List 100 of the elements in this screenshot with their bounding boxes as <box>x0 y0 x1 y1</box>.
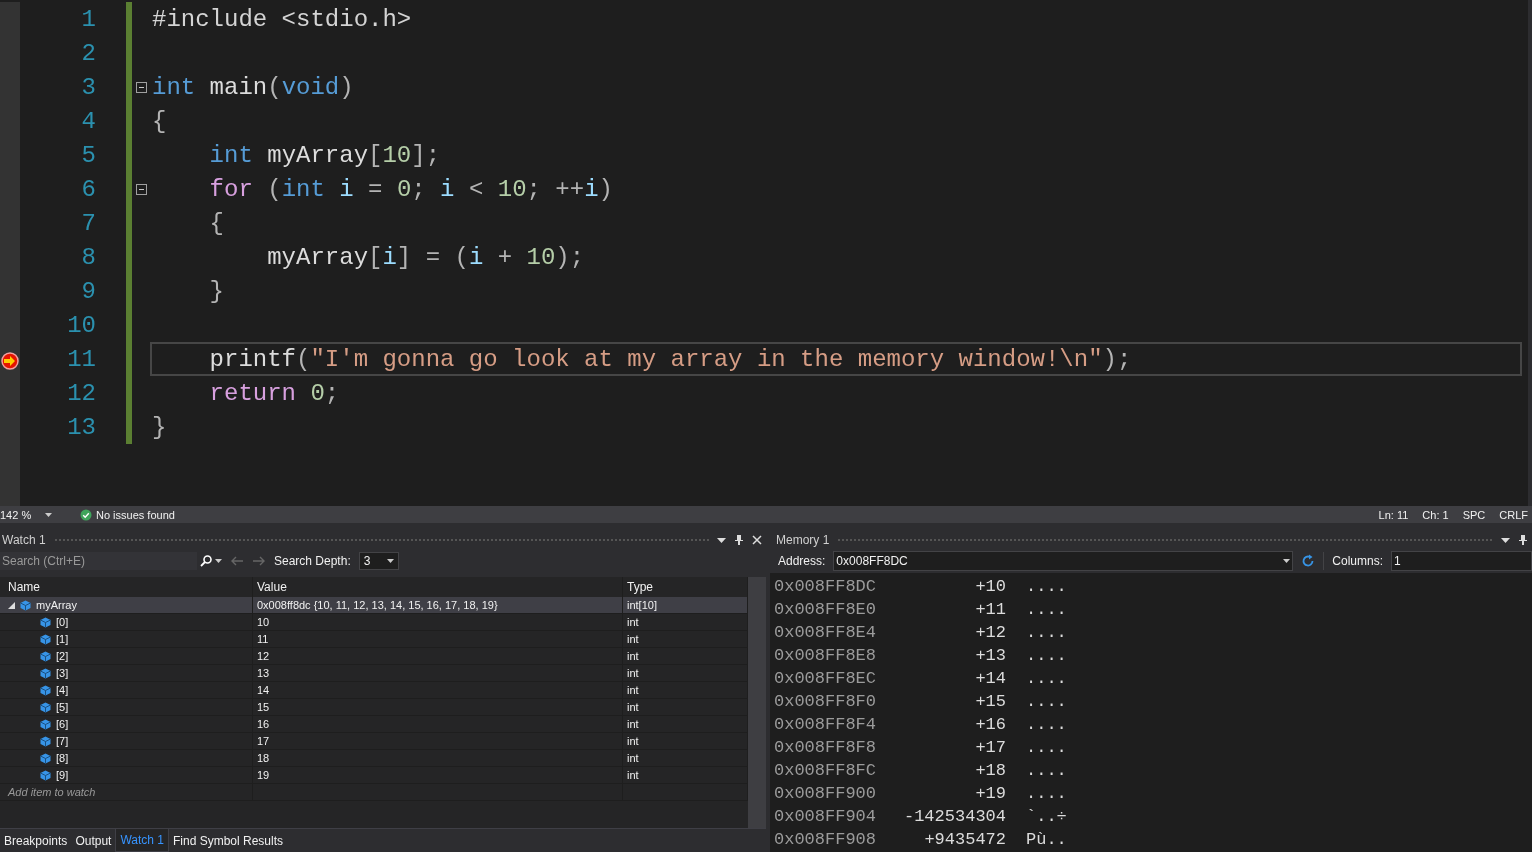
watch-row[interactable]: [5] 15 int <box>0 699 748 716</box>
code-line: } <box>152 413 167 441</box>
issues-status[interactable]: No issues found <box>96 508 175 521</box>
memory-value: +14 <box>975 669 1006 688</box>
memory-value: +17 <box>975 738 1006 757</box>
code-line: int myArray[10]; <box>208 141 441 169</box>
code-line: myArray[i] = (i + 10); <box>266 243 585 271</box>
watch-row[interactable]: [4] 14 int <box>0 682 748 699</box>
indent-indicator: SPC <box>1462 508 1486 521</box>
caret-icon <box>45 512 53 517</box>
memory-chars: .... <box>1026 784 1067 803</box>
variable-icon <box>40 684 51 696</box>
panel-tab[interactable]: Find Symbol Results <box>169 829 288 852</box>
memory-chars: Pù.. <box>1026 830 1067 849</box>
memory-chars: `..÷ <box>1026 807 1067 826</box>
memory-chars: .... <box>1026 715 1067 734</box>
memory-value: +11 <box>975 600 1006 619</box>
watch-row[interactable]: [0] 10 int <box>0 614 748 631</box>
panel-tab[interactable]: Watch 1 <box>115 829 169 852</box>
line-number: 4 <box>80 106 96 137</box>
memory-address: 0x008FF8FC <box>773 761 878 780</box>
panel-tab[interactable]: Output <box>71 829 116 852</box>
memory-address: 0x008FF904 <box>773 807 878 826</box>
code-line: printf("I'm gonna go look at my array in the memory window!\n"); <box>208 345 1132 373</box>
add-watch-field[interactable]: Add item to watch <box>0 784 253 800</box>
memory-address: 0x008FF8DC <box>773 577 878 596</box>
variable-icon <box>40 769 51 781</box>
dropdown-icon[interactable] <box>215 559 222 563</box>
watch-row[interactable]: [2] 12 int <box>0 648 748 665</box>
caret-icon <box>1283 559 1291 563</box>
pin-icon[interactable] <box>734 534 744 546</box>
forward-arrow-icon[interactable] <box>252 555 266 567</box>
caret-icon <box>386 559 394 563</box>
memory-address: 0x008FF8F0 <box>773 692 878 711</box>
memory-chars: .... <box>1026 738 1067 757</box>
column-indicator: Ch: 1 <box>1422 508 1449 521</box>
variable-icon <box>40 616 51 628</box>
line-number: 3 <box>80 72 96 103</box>
memory-value: +12 <box>975 623 1006 642</box>
line-number: 7 <box>80 208 96 239</box>
back-arrow-icon[interactable] <box>230 555 244 567</box>
watch-row[interactable]: [1] 11 int <box>0 631 748 648</box>
variable-icon <box>40 650 51 662</box>
line-number: 9 <box>80 276 96 307</box>
dropdown-icon[interactable] <box>717 537 726 543</box>
zoom-dropdown[interactable]: 142 % <box>0 508 70 521</box>
memory-value: +18 <box>975 761 1006 780</box>
close-icon[interactable] <box>752 535 762 545</box>
columns-field[interactable]: 1 <box>1391 551 1532 571</box>
code-line: } <box>208 277 224 305</box>
variable-icon <box>40 667 51 679</box>
watch-row[interactable]: [6] 16 int <box>0 716 748 733</box>
check-icon <box>80 508 92 521</box>
memory-address: 0x008FF8E8 <box>773 646 878 665</box>
memory-address: 0x008FF8E4 <box>773 623 878 642</box>
code-line: { <box>152 107 167 135</box>
watch-row[interactable]: [7] 17 int <box>0 733 748 750</box>
code-line: #include <stdio.h> <box>152 5 412 33</box>
address-label: Address: <box>778 554 826 568</box>
variable-icon <box>40 633 51 645</box>
search-field[interactable]: Search (Ctrl+E) <box>0 552 197 570</box>
memory-chars: .... <box>1026 646 1067 665</box>
address-field[interactable]: 0x008FF8DC <box>833 551 1294 571</box>
variable-icon <box>40 718 51 730</box>
dropdown-icon[interactable] <box>1501 537 1510 543</box>
memory-chars: .... <box>1026 669 1067 688</box>
expand-toggle-icon[interactable] <box>8 601 15 609</box>
memory-address: 0x008FF908 <box>773 830 878 849</box>
memory-value: +9435472 <box>924 830 1006 849</box>
line-indicator: Ln: 11 <box>1378 508 1409 521</box>
scrollbar[interactable] <box>748 577 766 828</box>
pin-icon[interactable] <box>1518 534 1528 546</box>
collapse-icon[interactable] <box>135 183 147 195</box>
memory-chars: .... <box>1026 623 1067 642</box>
memory-value: +10 <box>975 577 1006 596</box>
line-number: 10 <box>66 310 96 341</box>
watch-row[interactable]: [9] 19 int <box>0 767 748 784</box>
search-depth-dropdown[interactable]: 3 <box>358 552 399 570</box>
watch-row[interactable]: [8] 18 int <box>0 750 748 767</box>
search-icon[interactable] <box>200 555 212 567</box>
panel-tab[interactable]: Breakpoints <box>0 829 72 852</box>
breakpoint-margin[interactable] <box>0 2 20 506</box>
memory-address: 0x008FF8EC <box>773 669 878 688</box>
memory-chars: .... <box>1026 761 1067 780</box>
panel-title: Memory 1 <box>776 533 830 547</box>
memory-value: +19 <box>975 784 1006 803</box>
refresh-icon[interactable] <box>1301 554 1316 568</box>
line-number: 5 <box>80 140 96 171</box>
memory-chars: .... <box>1026 577 1067 596</box>
variable-icon <box>40 701 51 713</box>
variable-icon <box>40 752 51 764</box>
line-number: 11 <box>66 344 96 375</box>
variable-icon <box>40 735 51 747</box>
variable-icon <box>20 599 31 611</box>
watch-row[interactable]: [3] 13 int <box>0 665 748 682</box>
line-ending-indicator: CRLF <box>1499 508 1528 521</box>
memory-address: 0x008FF8F4 <box>773 715 878 734</box>
line-number: 6 <box>80 174 96 205</box>
collapse-icon[interactable] <box>135 81 147 93</box>
watch-row[interactable]: myArray 0x008ff8dc {10, 11, 12, 13, 14, 15, 16, 17, 18, 19} int[10] <box>0 597 748 614</box>
